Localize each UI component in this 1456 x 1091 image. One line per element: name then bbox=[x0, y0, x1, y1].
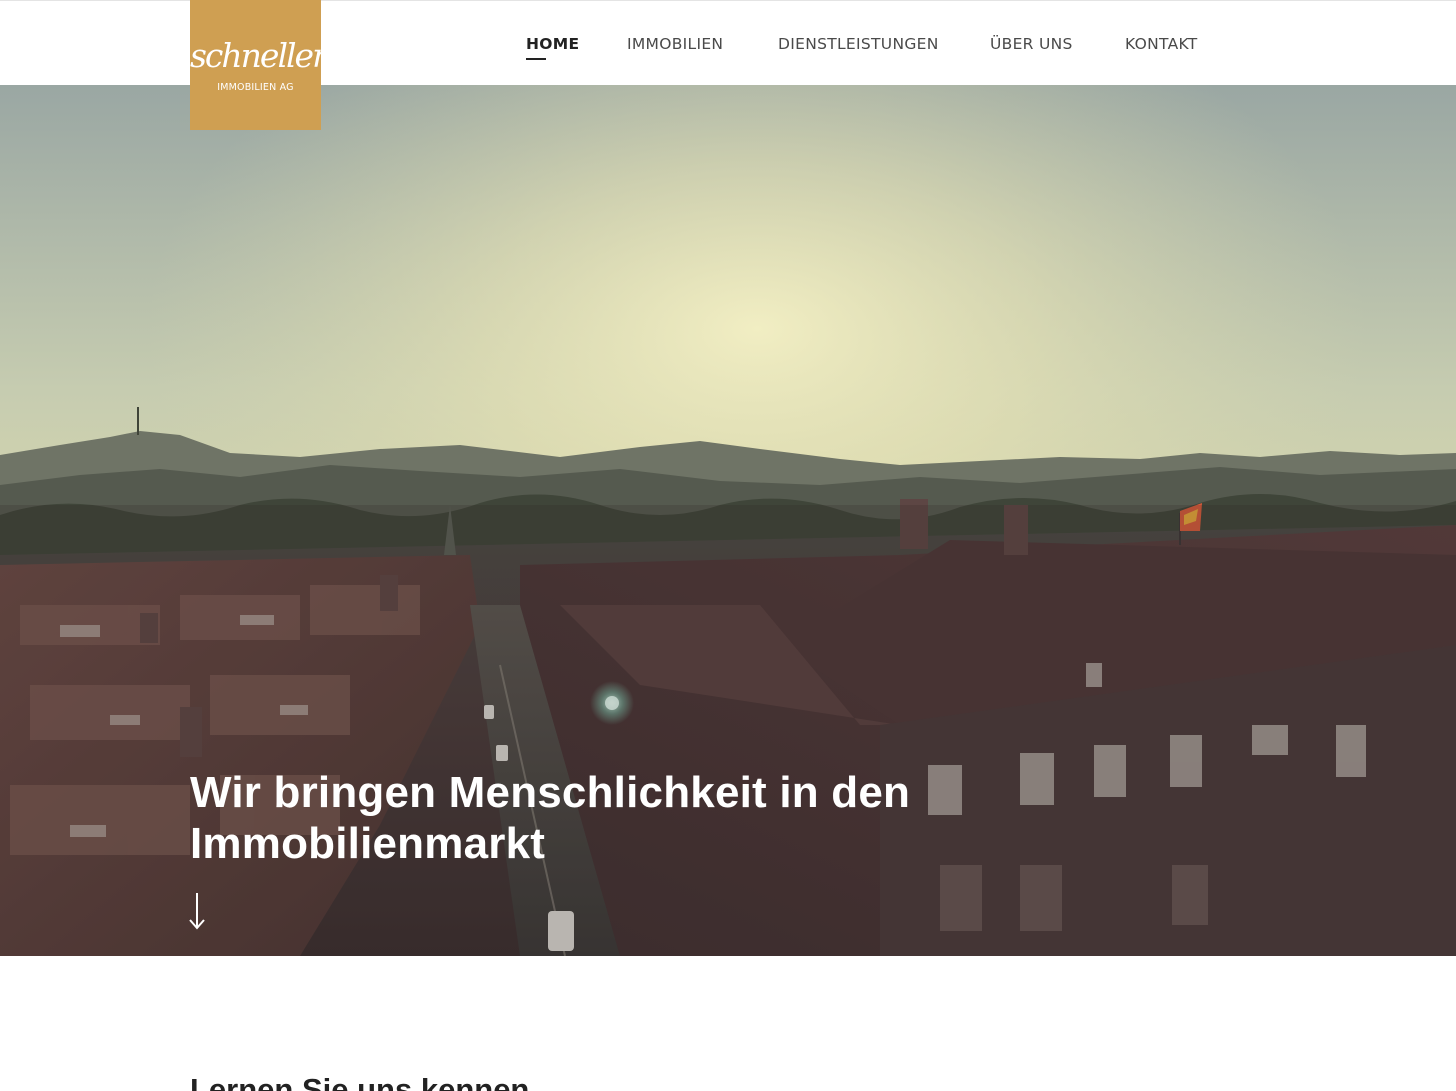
nav-item-label: ÜBER UNS bbox=[990, 35, 1073, 53]
intro-heading: Lernen Sie uns kennen bbox=[190, 1072, 530, 1091]
nav-item-dienstleistungen[interactable]: DIENSTLEISTUNGEN bbox=[778, 34, 939, 58]
hero-headline-line1: Wir bringen Menschlichkeit in den bbox=[190, 768, 911, 817]
hero-headline-line2: Immobilienmarkt bbox=[190, 819, 546, 868]
nav-item-kontakt[interactable]: KONTAKT bbox=[1125, 34, 1198, 58]
company-logo[interactable]: schneller IMMOBILIEN AG bbox=[190, 0, 328, 130]
hero-headline: Wir bringen Menschlichkeit in den Immobi… bbox=[190, 767, 1010, 869]
nav-item-ueber-uns[interactable]: ÜBER UNS bbox=[990, 34, 1073, 58]
hero-section: Wir bringen Menschlichkeit in den Immobi… bbox=[0, 85, 1456, 956]
nav-item-label: IMMOBILIEN bbox=[627, 35, 724, 53]
logo-subtitle: IMMOBILIEN AG bbox=[217, 82, 294, 93]
nav-item-home[interactable]: HOME bbox=[526, 34, 580, 60]
nav-item-immobilien[interactable]: IMMOBILIEN bbox=[627, 34, 723, 58]
arrow-down-icon[interactable] bbox=[186, 891, 208, 931]
nav-item-label: KONTAKT bbox=[1125, 35, 1198, 53]
nav-item-label: DIENSTLEISTUNGEN bbox=[778, 35, 939, 53]
logo-wordmark: schneller bbox=[190, 36, 328, 75]
nav-item-label: HOME bbox=[526, 35, 580, 53]
active-underline bbox=[526, 58, 546, 60]
